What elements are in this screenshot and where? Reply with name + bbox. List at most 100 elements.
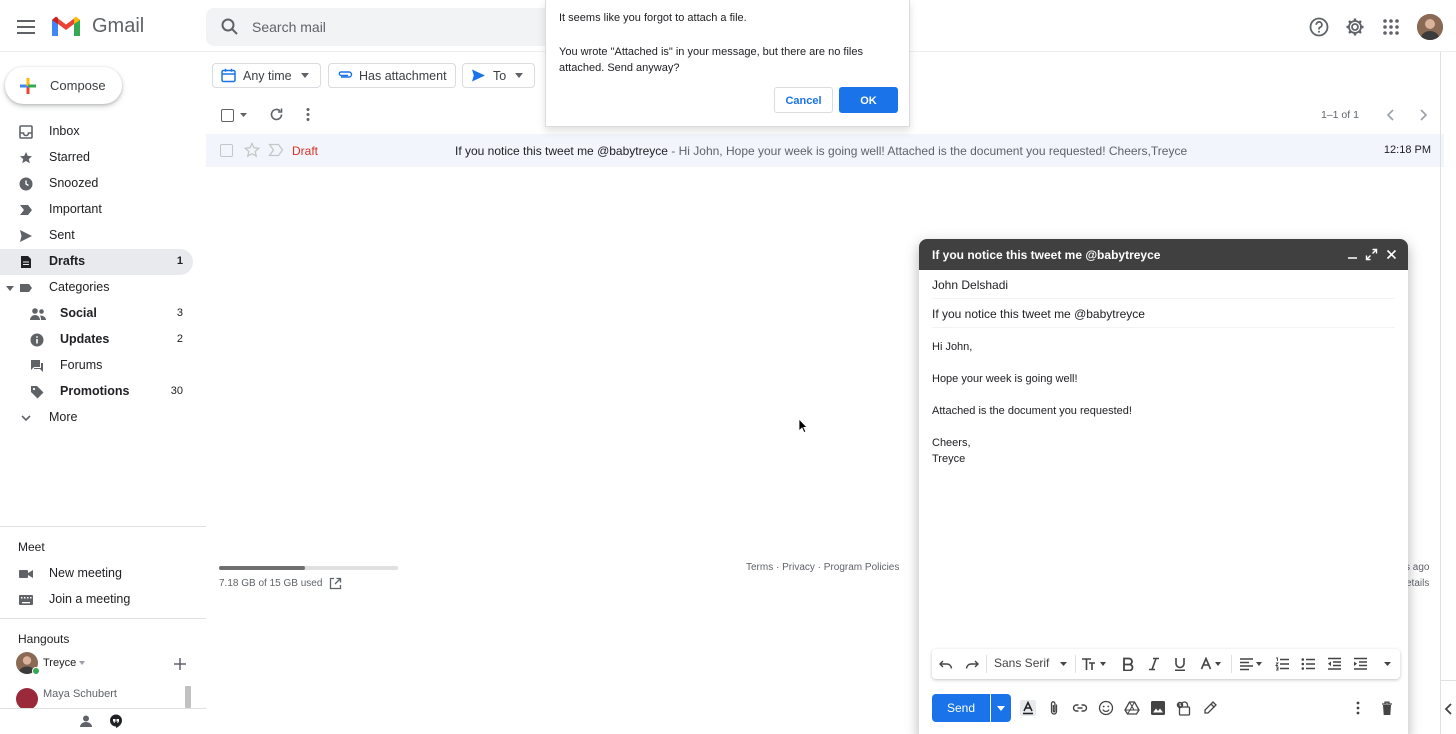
align-icon[interactable] xyxy=(1239,657,1263,671)
sidebar-item-starred[interactable]: Starred xyxy=(0,145,193,171)
expand-side-panel-icon[interactable] xyxy=(1444,702,1454,716)
close-icon[interactable] xyxy=(1385,248,1398,261)
font-family-select[interactable]: Sans Serif xyxy=(994,656,1049,670)
signature-pen-icon[interactable] xyxy=(1202,700,1218,716)
row-checkbox[interactable] xyxy=(220,144,233,157)
forum-icon xyxy=(30,359,44,373)
attachment-link-icon xyxy=(337,68,353,83)
sidebar-item-important[interactable]: Important xyxy=(0,197,193,223)
info-icon xyxy=(30,333,44,347)
refresh-icon[interactable] xyxy=(269,107,284,122)
indent-more-icon[interactable] xyxy=(1353,657,1367,671)
undo-icon[interactable] xyxy=(939,657,953,671)
gmail-logo-icon[interactable] xyxy=(50,14,82,38)
open-in-new-icon[interactable] xyxy=(329,577,342,590)
compose-window-header[interactable]: If you notice this tweet me @babytreyce xyxy=(919,239,1408,270)
recipients-field[interactable]: John Delshadi xyxy=(932,270,1395,299)
keyboard-icon xyxy=(19,593,33,607)
sidebar-item-forums[interactable]: Forums xyxy=(0,353,193,379)
apps-grid-icon[interactable] xyxy=(1380,16,1402,38)
numbered-list-icon[interactable] xyxy=(1275,657,1289,671)
sidebar-item-more[interactable]: More xyxy=(0,405,193,431)
send-arrow-icon xyxy=(471,68,486,83)
confidential-mode-icon[interactable] xyxy=(1176,700,1192,716)
caret-down-icon[interactable] xyxy=(79,661,85,665)
fullscreen-icon[interactable] xyxy=(1365,248,1378,261)
bold-icon[interactable] xyxy=(1121,657,1135,671)
sidebar-item-label: Snoozed xyxy=(49,176,99,190)
sidebar-item-snoozed[interactable]: Snoozed xyxy=(0,171,193,197)
add-contact-icon[interactable] xyxy=(173,657,187,671)
select-dropdown-icon[interactable] xyxy=(240,113,247,118)
hangouts-chat-icon[interactable] xyxy=(109,714,123,728)
message-body[interactable]: Hi John, Hope your week is going well! A… xyxy=(932,339,1395,467)
footer-links[interactable]: Terms · Privacy · Program Policies xyxy=(746,562,899,573)
meet-heading: Meet xyxy=(18,540,45,554)
search-icon[interactable] xyxy=(220,17,240,37)
google-drive-icon[interactable] xyxy=(1124,700,1140,716)
gmail-wordmark[interactable]: Gmail xyxy=(92,15,144,38)
join-meeting-item[interactable]: Join a meeting xyxy=(0,587,193,613)
minimize-icon[interactable] xyxy=(1346,248,1359,261)
main-menu-icon[interactable] xyxy=(14,15,38,39)
insert-link-icon[interactable] xyxy=(1072,700,1088,716)
email-row[interactable]: Draft If you notice this tweet me @babyt… xyxy=(206,134,1444,167)
body-line: Hope your week is going well! xyxy=(932,373,1078,385)
select-all-checkbox[interactable] xyxy=(221,109,234,122)
compose-window-title: If you notice this tweet me @babytreyce xyxy=(932,248,1161,262)
caret-down-icon xyxy=(301,73,309,79)
sidebar-item-label: Inbox xyxy=(49,124,80,138)
send-options-button[interactable] xyxy=(991,694,1011,722)
send-button[interactable]: Send xyxy=(932,694,990,722)
hangouts-scrollbar[interactable] xyxy=(185,686,191,708)
text-color-icon[interactable] xyxy=(1200,657,1224,671)
indent-less-icon[interactable] xyxy=(1327,657,1341,671)
sidebar-item-updates[interactable]: Updates 2 xyxy=(0,327,193,353)
compose-button[interactable]: Compose xyxy=(5,67,122,104)
account-avatar[interactable] xyxy=(1417,14,1443,40)
dialog-cancel-button[interactable]: Cancel xyxy=(774,87,833,113)
help-icon[interactable] xyxy=(1308,16,1330,38)
more-vert-icon[interactable] xyxy=(305,107,311,122)
new-meeting-item[interactable]: New meeting xyxy=(0,561,193,587)
bulleted-list-icon[interactable] xyxy=(1301,657,1315,671)
attach-file-icon[interactable] xyxy=(1046,700,1062,716)
dialog-ok-button[interactable]: OK xyxy=(839,87,898,113)
star-outline-icon[interactable] xyxy=(244,142,260,158)
sidebar-item-promotions[interactable]: Promotions 30 xyxy=(0,379,193,405)
more-formatting-icon[interactable] xyxy=(1384,662,1391,667)
filter-to[interactable]: To xyxy=(462,63,535,88)
insert-photo-icon[interactable] xyxy=(1150,700,1166,716)
subject-field[interactable]: If you notice this tweet me @babytreyce xyxy=(932,299,1395,328)
underline-icon[interactable] xyxy=(1173,657,1187,671)
more-options-icon[interactable] xyxy=(1355,700,1361,716)
formatting-options-icon[interactable] xyxy=(1020,700,1036,716)
person-icon[interactable] xyxy=(79,714,93,728)
emoji-icon[interactable] xyxy=(1098,700,1114,716)
sidebar-item-social[interactable]: Social 3 xyxy=(0,301,193,327)
sidebar-item-categories[interactable]: Categories xyxy=(0,275,193,301)
contact-item[interactable]: Maya Schubert xyxy=(16,687,184,710)
search-input[interactable] xyxy=(252,17,552,37)
important-marker-icon[interactable] xyxy=(268,143,284,157)
hangouts-bottom-bar xyxy=(0,708,206,734)
caret-down-icon[interactable] xyxy=(6,284,14,292)
chevron-left-icon[interactable] xyxy=(1386,109,1396,121)
chevron-right-icon[interactable] xyxy=(1418,109,1428,121)
filter-any-time[interactable]: Any time xyxy=(212,63,321,88)
storage-bar xyxy=(219,566,398,570)
new-meeting-label: New meeting xyxy=(49,566,122,580)
details-link-partial[interactable]: etails xyxy=(1406,578,1429,589)
caret-down-icon[interactable] xyxy=(1060,662,1067,667)
subject-value: If you notice this tweet me @babytreyce xyxy=(932,307,1145,321)
filter-has-attachment[interactable]: Has attachment xyxy=(328,63,456,88)
text-size-icon[interactable] xyxy=(1081,657,1107,671)
discard-draft-icon[interactable] xyxy=(1379,700,1395,716)
settings-gear-icon[interactable] xyxy=(1344,16,1366,38)
sidebar-item-sent[interactable]: Sent xyxy=(0,223,193,249)
redo-icon[interactable] xyxy=(965,657,979,671)
missing-attachment-dialog: It seems like you forgot to attach a fil… xyxy=(545,0,910,127)
sidebar-item-inbox[interactable]: Inbox xyxy=(0,119,193,145)
italic-icon[interactable] xyxy=(1147,657,1161,671)
sidebar-item-drafts[interactable]: Drafts 1 xyxy=(0,249,193,275)
